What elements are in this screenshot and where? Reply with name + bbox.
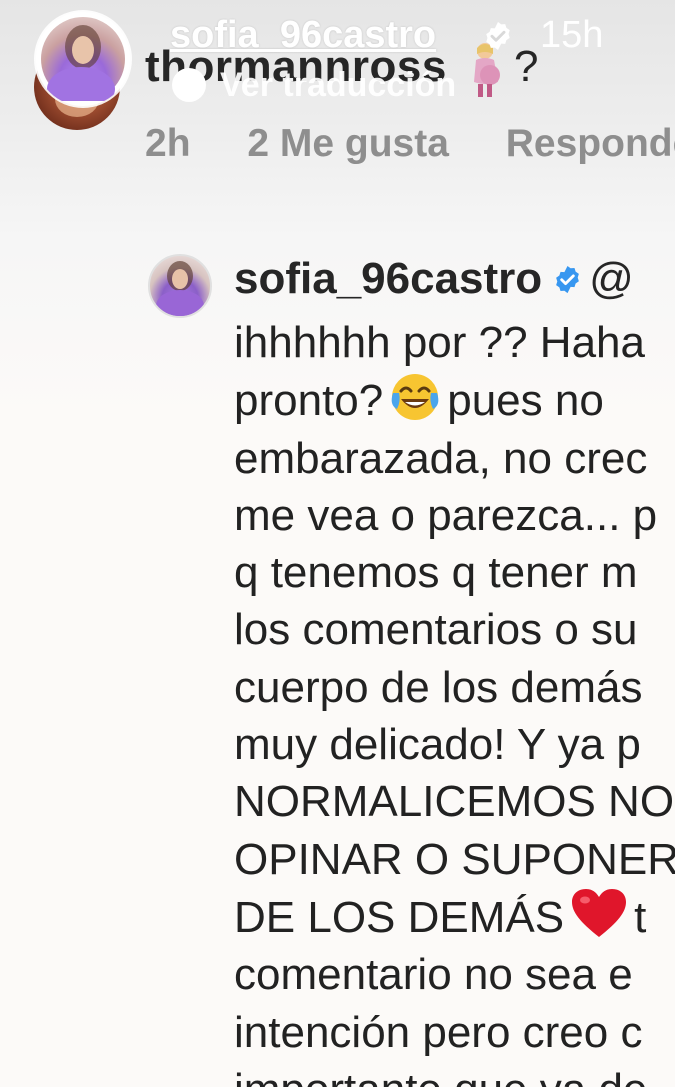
reply-line-segment: DE LOS DEMÁS [234, 892, 565, 942]
comment-age: 2h [145, 122, 191, 165]
original-comment-meta: 2h 2 Me gusta Responder [145, 122, 675, 166]
verified-badge-icon [552, 256, 583, 294]
reply-mention[interactable]: @ [589, 254, 634, 303]
reply-header: sofia_96castro @ [234, 254, 634, 304]
reply-line: comentario no sea e [234, 950, 633, 1000]
story-username[interactable]: sofia_96castro [170, 14, 436, 57]
reply-text: ihhhhhh por ?? Haha pronto? pues no emba… [234, 314, 675, 1087]
face-with-tears-of-joy-emoji [389, 371, 441, 423]
reply-avatar[interactable] [148, 254, 212, 318]
translate-link[interactable]: Ver traducción [172, 66, 456, 105]
reply-line: DE LOS DEMÁS t [234, 888, 675, 946]
reply-line: embarazada, no crec [234, 433, 648, 483]
original-comment-question-mark: ? [514, 42, 539, 91]
reply-line: muy delicado! Y ya p [234, 720, 641, 770]
reply-line: los comentarios o su [234, 605, 638, 655]
comment-likes[interactable]: 2 Me gusta [247, 122, 449, 165]
reply-line: importante que ya de [234, 1061, 675, 1087]
reply-line: intención pero creo c [234, 1007, 643, 1057]
story-time: 15h [540, 14, 604, 56]
reply-line: cuerpo de los demás [234, 662, 643, 712]
verified-badge-icon [482, 20, 514, 52]
red-heart-emoji [570, 888, 628, 940]
reply-line: q tenemos q tener m [234, 548, 638, 598]
reply-username[interactable]: sofia_96castro [234, 254, 542, 303]
reply-line-segment: t [634, 892, 647, 942]
story-screen: thormannross ? 2h 2 Me gusta Responder s… [0, 0, 675, 1087]
reply-line-segment: pronto? [234, 376, 384, 426]
reply-line: OPINAR O SUPONER [234, 834, 675, 884]
translate-icon [172, 68, 206, 102]
reply-line: ihhhhhh por ?? Haha [234, 318, 645, 367]
reply-line-segment: pues no [447, 376, 604, 426]
reply-line: pronto? pues no [234, 371, 675, 429]
translate-label: Ver traducción [220, 66, 457, 104]
reply-line: NORMALICEMOS NO [234, 777, 675, 827]
reply-button[interactable]: Responder [506, 122, 675, 165]
story-avatar-photo [41, 17, 125, 106]
reply-line: me vea o parezca... p [234, 490, 658, 540]
story-avatar[interactable] [36, 12, 130, 106]
